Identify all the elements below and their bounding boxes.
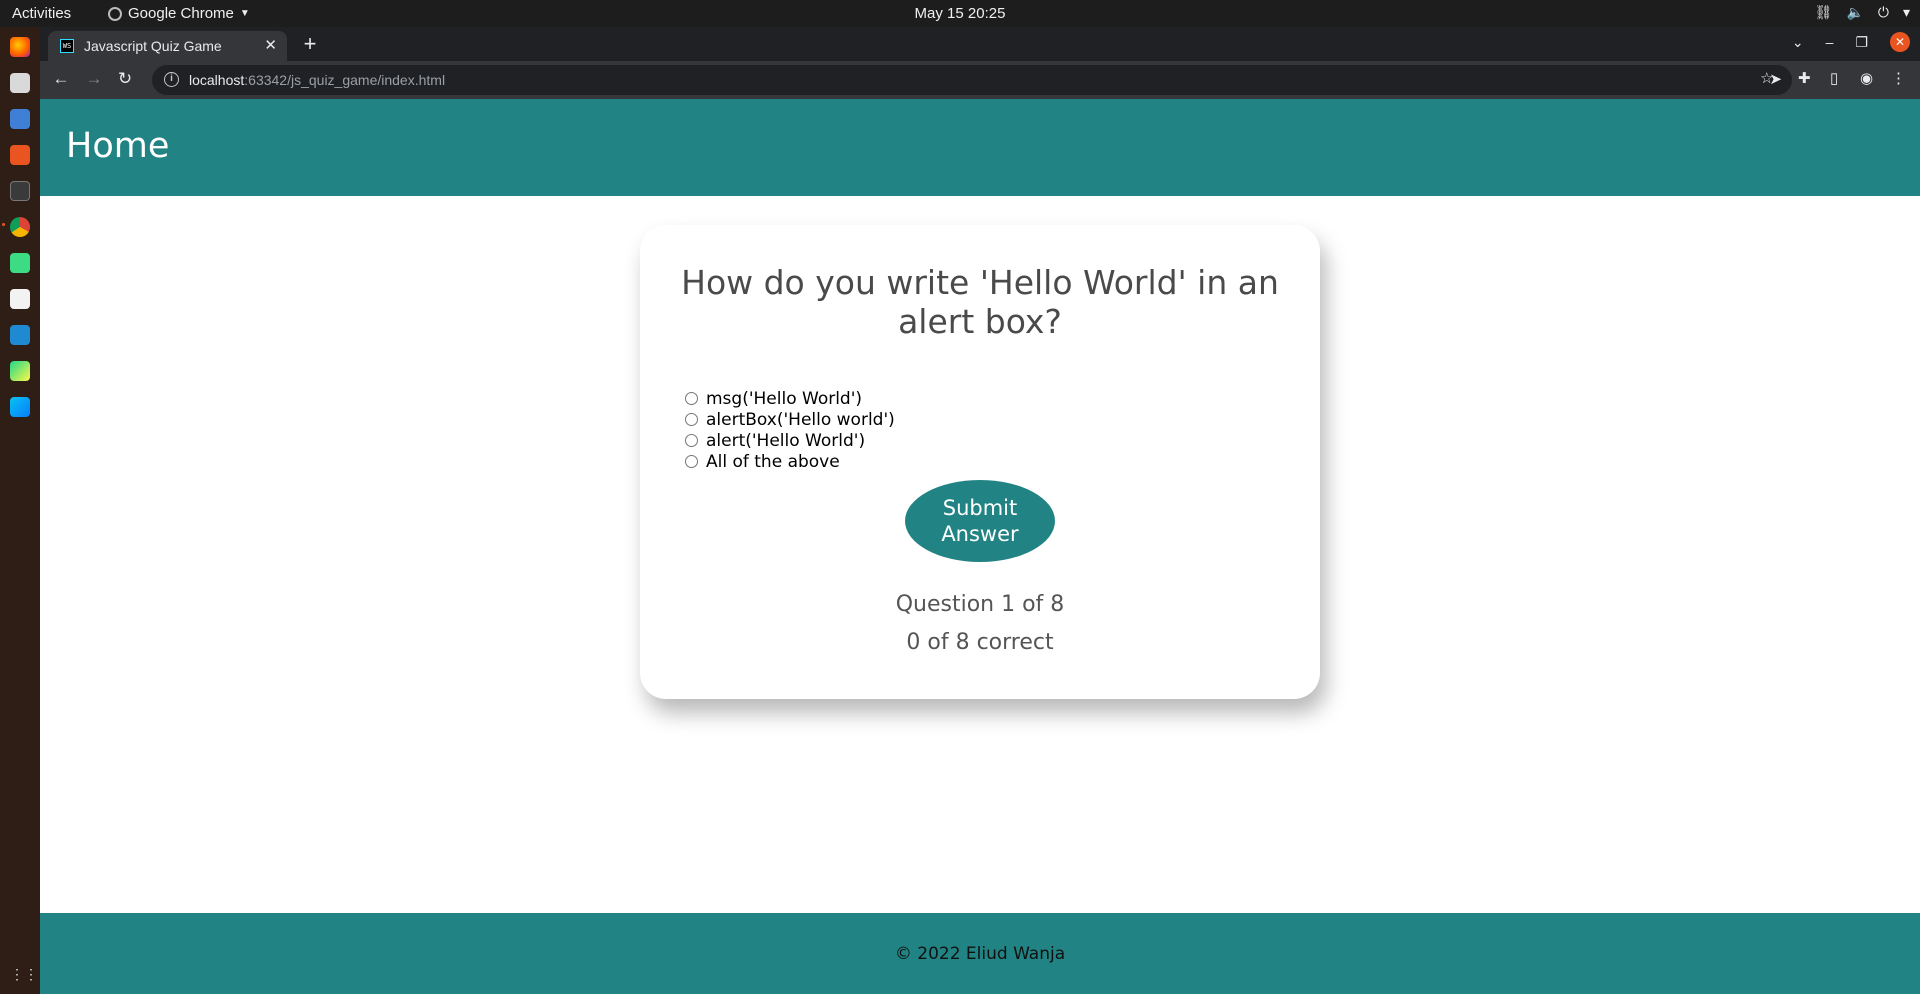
text-editor-icon[interactable]	[10, 109, 30, 129]
tab-active[interactable]: WS Javascript Quiz Game ✕	[48, 31, 287, 61]
answer-label: All of the above	[706, 451, 840, 472]
profile-avatar-icon[interactable]: ◉	[1860, 69, 1873, 87]
webstorm-favicon-icon: WS	[60, 39, 74, 53]
browser-toolbar: ← → ↻ i localhost:63342/js_quiz_game/ind…	[40, 61, 1920, 99]
tab-title: Javascript Quiz Game	[84, 38, 222, 54]
window-controls: ⌄ – ❐ ✕	[1792, 32, 1910, 52]
answer-option[interactable]: All of the above	[685, 451, 895, 472]
gnome-top-bar: Activities Google Chrome ▼ May 15 20:25 …	[0, 0, 1920, 27]
info-icon[interactable]: i	[164, 72, 179, 87]
close-tab-icon[interactable]: ✕	[264, 36, 277, 54]
clock[interactable]: May 15 20:25	[915, 5, 1006, 22]
active-indicator	[2, 223, 5, 226]
new-tab-button[interactable]: +	[296, 31, 324, 59]
answer-label: alert('Hello World')	[706, 430, 866, 451]
show-apps-icon[interactable]: ⋮⋮	[10, 964, 38, 984]
answer-list: msg('Hello World') alertBox('Hello world…	[685, 388, 895, 472]
url-text: localhost:63342/js_quiz_game/index.html	[189, 72, 446, 88]
answer-option[interactable]: alertBox('Hello world')	[685, 409, 895, 430]
system-menu-caret-icon: ▾	[1902, 4, 1910, 20]
answer-option[interactable]: alert('Hello World')	[685, 430, 895, 451]
copyright-text: © 2022 Eliud Wanja	[894, 944, 1066, 964]
menu-kebab-icon[interactable]: ⋮	[1891, 69, 1906, 87]
answer-label: alertBox('Hello world')	[706, 409, 895, 430]
caret-down-icon: ▼	[239, 8, 250, 19]
pycharm-icon[interactable]	[10, 361, 30, 381]
quiz-card: How do you write 'Hello World' in an ale…	[640, 225, 1320, 699]
site-footer: © 2022 Eliud Wanja	[40, 913, 1920, 994]
minimize-icon[interactable]: –	[1826, 34, 1834, 50]
power-icon: ⏻	[1877, 4, 1889, 20]
app-menu-label: Google Chrome	[128, 5, 234, 22]
browser-tabstrip: WS Javascript Quiz Game ✕ + ⌄ – ❐ ✕	[40, 27, 1920, 61]
text-editor-2-icon[interactable]	[10, 289, 30, 309]
files-icon[interactable]	[10, 73, 30, 93]
answer-label: msg('Hello World')	[706, 388, 863, 409]
volume-icon: 🔈	[1846, 4, 1864, 20]
tab-search-icon[interactable]: ⌄	[1792, 34, 1804, 51]
reload-icon[interactable]: ↻	[114, 69, 136, 89]
system-tray[interactable]: ⛓ 🔈 ⏻ ▾	[1815, 4, 1910, 21]
firefox-icon[interactable]	[10, 37, 30, 57]
score-text: 0 of 8 correct	[906, 630, 1054, 655]
submit-answer-button[interactable]: Submit Answer	[905, 480, 1055, 562]
extensions-icon[interactable]: ✚	[1798, 69, 1811, 87]
activities-button[interactable]: Activities	[12, 5, 71, 22]
terminal-icon[interactable]	[10, 181, 30, 201]
chrome-icon	[108, 6, 122, 21]
close-window-icon[interactable]: ✕	[1890, 32, 1910, 52]
android-studio-icon[interactable]	[10, 253, 30, 273]
restore-icon[interactable]: ❐	[1855, 34, 1868, 51]
app-menu[interactable]: Google Chrome ▼	[108, 5, 250, 22]
radio-button[interactable]	[685, 455, 698, 468]
bookmark-star-icon[interactable]: ☆	[1760, 69, 1773, 87]
web-page: Home How do you write 'Hello World' in a…	[40, 99, 1920, 994]
network-icon: ⛓	[1814, 4, 1833, 20]
vscode-icon[interactable]	[10, 325, 30, 345]
forward-icon[interactable]: →	[83, 69, 105, 89]
radio-button[interactable]	[685, 434, 698, 447]
back-icon[interactable]: ←	[50, 69, 72, 89]
question-text: How do you write 'Hello World' in an ale…	[681, 263, 1279, 341]
software-center-icon[interactable]	[10, 145, 30, 165]
ubuntu-dock: ⋮⋮	[0, 27, 40, 994]
address-bar[interactable]: i localhost:63342/js_quiz_game/index.htm…	[152, 65, 1792, 95]
radio-button[interactable]	[685, 392, 698, 405]
question-progress: Question 1 of 8	[895, 592, 1065, 617]
chrome-icon[interactable]	[10, 217, 30, 237]
side-panel-icon[interactable]: ▯	[1830, 69, 1838, 87]
radio-button[interactable]	[685, 413, 698, 426]
home-link[interactable]: Home	[66, 126, 169, 166]
site-header: Home	[40, 99, 1920, 196]
answer-option[interactable]: msg('Hello World')	[685, 388, 895, 409]
webstorm-icon[interactable]	[10, 397, 30, 417]
